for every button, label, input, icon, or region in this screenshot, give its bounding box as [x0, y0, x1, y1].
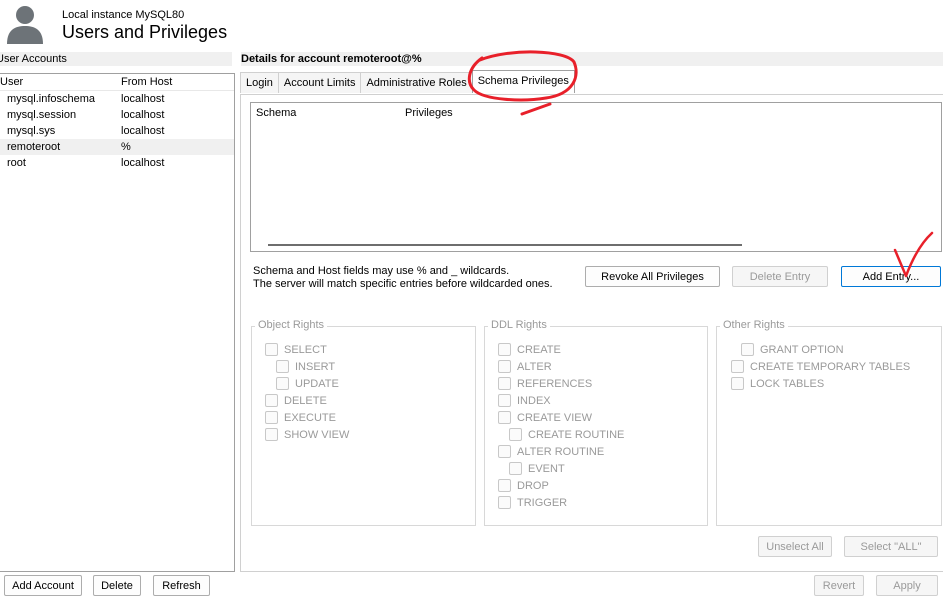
unselect-all-button[interactable]: Unselect All — [758, 536, 832, 557]
checkbox-delete[interactable]: DELETE — [265, 392, 349, 409]
table-row[interactable]: root localhost — [0, 155, 234, 171]
revoke-all-privileges-button[interactable]: Revoke All Privileges — [585, 266, 720, 287]
checkbox-icon — [498, 394, 511, 407]
host-cell: localhost — [121, 93, 165, 105]
ddl-rights-list: CREATE ALTER REFERENCES INDEX CREATE VIE… — [498, 341, 624, 511]
checkbox-update[interactable]: UPDATE — [276, 375, 349, 392]
checkbox-icon — [731, 360, 744, 373]
checkbox-create-temporary-tables[interactable]: CREATE TEMPORARY TABLES — [731, 358, 910, 375]
column-from-host[interactable]: From Host — [121, 74, 172, 90]
hint-line: Schema and Host fields may use % and _ w… — [253, 265, 510, 277]
checkbox-icon — [498, 360, 511, 373]
checkbox-icon — [741, 343, 754, 356]
user-cell: remoteroot — [7, 141, 61, 153]
checkbox-index[interactable]: INDEX — [498, 392, 624, 409]
hint-line: The server will match specific entries b… — [253, 278, 553, 290]
table-header: User From Host — [0, 74, 234, 91]
horizontal-scrollbar[interactable] — [268, 244, 742, 246]
host-cell: localhost — [121, 109, 165, 121]
checkbox-icon — [498, 343, 511, 356]
column-schema[interactable]: Schema — [256, 107, 296, 119]
tab-bar: Login Account Limits Administrative Role… — [240, 70, 575, 94]
apply-button[interactable]: Apply — [876, 575, 938, 596]
refresh-button[interactable]: Refresh — [153, 575, 210, 596]
select-all-button[interactable]: Select "ALL" — [844, 536, 938, 557]
add-account-button[interactable]: Add Account — [4, 575, 82, 596]
checkbox-icon — [498, 377, 511, 390]
checkbox-create-view[interactable]: CREATE VIEW — [498, 409, 624, 426]
checkbox-icon — [498, 496, 511, 509]
checkbox-references[interactable]: REFERENCES — [498, 375, 624, 392]
tab-login[interactable]: Login — [240, 72, 279, 93]
page-title: Users and Privileges — [62, 22, 228, 42]
checkbox-icon — [498, 479, 511, 492]
checkbox-event[interactable]: EVENT — [509, 460, 624, 477]
user-cell: mysql.sys — [7, 125, 56, 137]
host-cell: % — [121, 141, 131, 153]
checkbox-icon — [498, 445, 511, 458]
checkbox-select[interactable]: SELECT — [265, 341, 349, 358]
checkbox-show-view[interactable]: SHOW VIEW — [265, 426, 349, 443]
host-cell: localhost — [121, 157, 165, 169]
column-user[interactable]: User — [0, 74, 121, 90]
delete-entry-button[interactable]: Delete Entry — [732, 266, 828, 287]
column-privileges[interactable]: Privileges — [405, 107, 453, 119]
user-cell: mysql.session — [7, 109, 77, 121]
checkbox-icon — [731, 377, 744, 390]
checkbox-icon — [276, 377, 289, 390]
checkbox-grant-option[interactable]: GRANT OPTION — [741, 341, 910, 358]
checkbox-alter-routine[interactable]: ALTER ROUTINE — [498, 443, 624, 460]
details-label: Details for account remoteroot@% — [241, 52, 943, 66]
user-avatar-icon — [7, 6, 43, 44]
other-rights-title: Other Rights — [720, 319, 788, 331]
add-entry-button[interactable]: Add Entry... — [841, 266, 941, 287]
table-row[interactable]: mysql.infoschema localhost — [0, 91, 234, 107]
checkbox-icon — [276, 360, 289, 373]
instance-name: Local instance MySQL80 — [62, 9, 185, 21]
tab-administrative-roles[interactable]: Administrative Roles — [360, 72, 473, 93]
delete-account-button[interactable]: Delete — [93, 575, 141, 596]
object-rights-list: SELECT INSERT UPDATE DELETE EXECUTE SHOW… — [265, 341, 349, 443]
host-cell: localhost — [121, 125, 165, 137]
ddl-rights-title: DDL Rights — [488, 319, 550, 331]
checkbox-trigger[interactable]: TRIGGER — [498, 494, 624, 511]
checkbox-create-routine[interactable]: CREATE ROUTINE — [509, 426, 624, 443]
checkbox-icon — [265, 343, 278, 356]
checkbox-alter[interactable]: ALTER — [498, 358, 624, 375]
checkbox-icon — [265, 394, 278, 407]
checkbox-drop[interactable]: DROP — [498, 477, 624, 494]
object-rights-title: Object Rights — [255, 319, 328, 331]
revert-button[interactable]: Revert — [814, 575, 864, 596]
checkbox-icon — [509, 428, 522, 441]
other-rights-list: GRANT OPTION CREATE TEMPORARY TABLES LOC… — [731, 341, 910, 392]
user-accounts-table[interactable]: User From Host mysql.infoschema localhost… — [0, 73, 235, 572]
tab-schema-privileges[interactable]: Schema Privileges — [471, 70, 575, 93]
tab-account-limits[interactable]: Account Limits — [277, 72, 362, 93]
checkbox-lock-tables[interactable]: LOCK TABLES — [731, 375, 910, 392]
schema-privileges-table[interactable] — [250, 102, 942, 252]
checkbox-insert[interactable]: INSERT — [276, 358, 349, 375]
user-cell: root — [7, 157, 26, 169]
table-row[interactable]: mysql.sys localhost — [0, 123, 234, 139]
wildcard-hint: Schema and Host fields may use % and _ w… — [253, 265, 553, 291]
table-row[interactable]: mysql.session localhost — [0, 107, 234, 123]
user-cell: mysql.infoschema — [7, 93, 96, 105]
checkbox-icon — [265, 428, 278, 441]
checkbox-execute[interactable]: EXECUTE — [265, 409, 349, 426]
table-row-selected[interactable]: remoteroot% — [0, 139, 234, 155]
checkbox-icon — [265, 411, 278, 424]
checkbox-icon — [509, 462, 522, 475]
checkbox-create[interactable]: CREATE — [498, 341, 624, 358]
checkbox-icon — [498, 411, 511, 424]
user-accounts-label: User Accounts — [0, 52, 232, 66]
